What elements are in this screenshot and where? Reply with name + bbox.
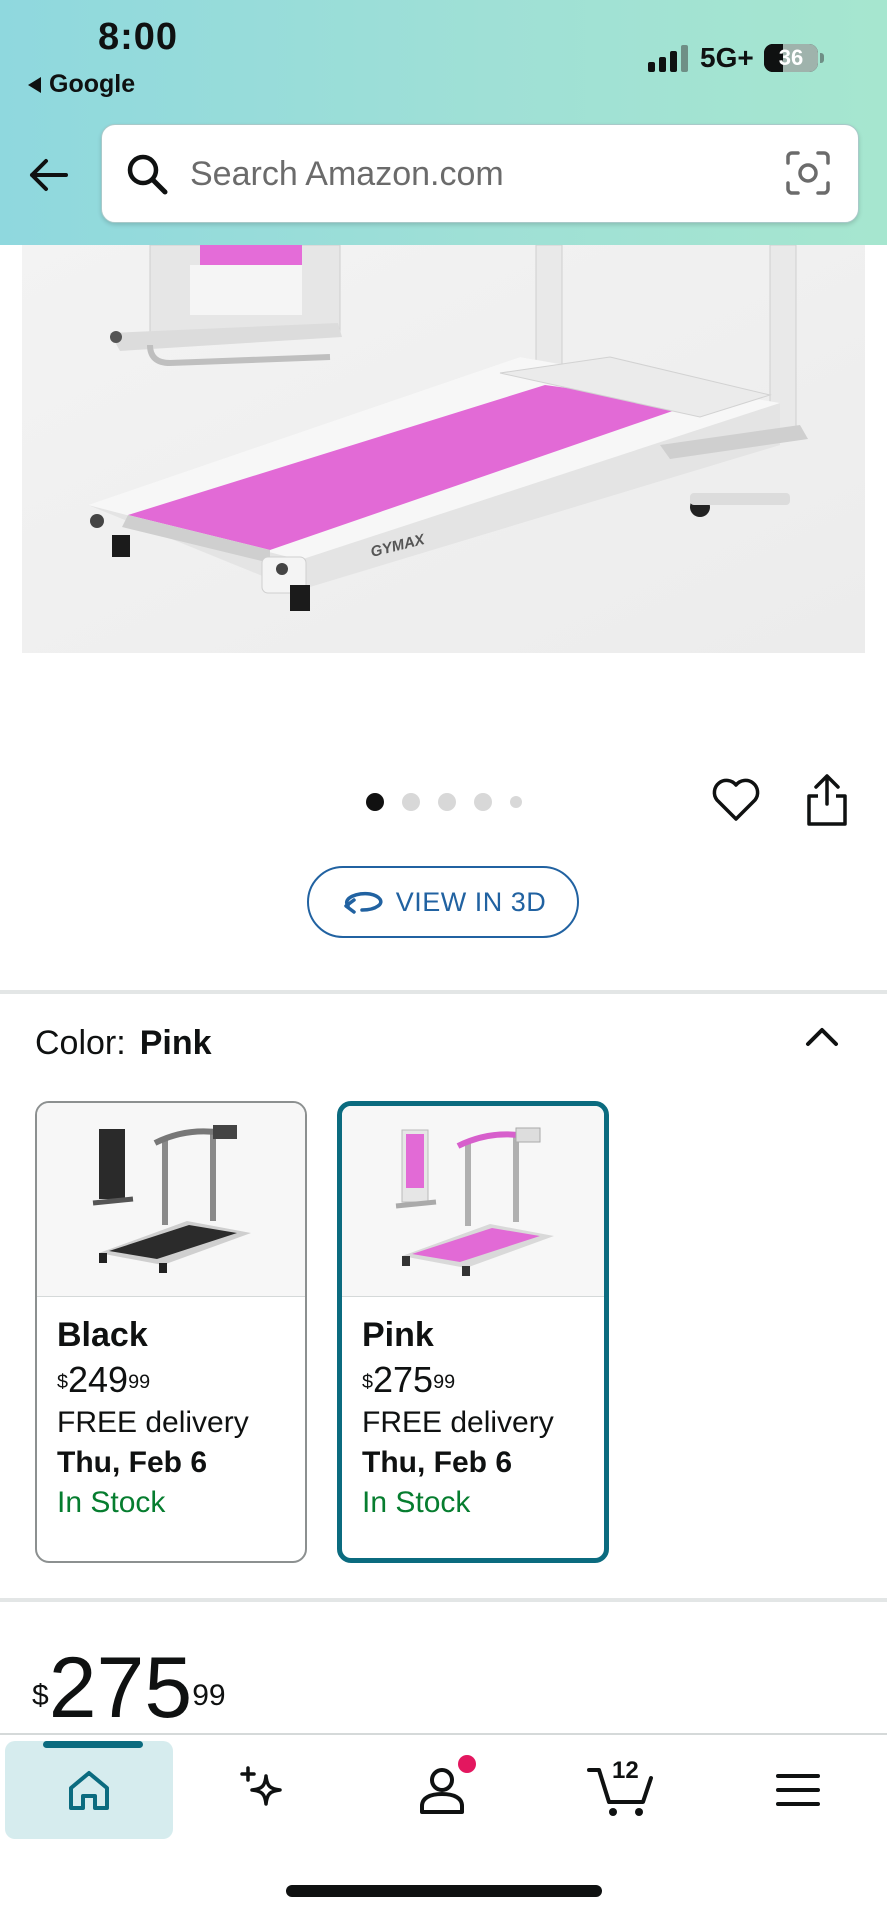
section-divider bbox=[0, 990, 887, 994]
color-label: Color: bbox=[35, 1024, 126, 1062]
nav-menu-tab[interactable] bbox=[714, 1741, 882, 1839]
carousel-dot[interactable] bbox=[365, 793, 384, 811]
notification-dot bbox=[458, 1755, 476, 1773]
carousel-dot[interactable] bbox=[401, 793, 420, 811]
chevron-up-icon[interactable] bbox=[800, 1018, 844, 1054]
share-icon[interactable] bbox=[802, 772, 852, 828]
view-in-3d-button[interactable]: VIEW IN 3D bbox=[307, 866, 579, 938]
back-arrow-icon[interactable] bbox=[26, 152, 72, 198]
account-icon bbox=[420, 1768, 464, 1814]
color-option-black[interactable]: Black $24999 FREE delivery Thu, Feb 6 In… bbox=[35, 1101, 307, 1563]
nav-ai-tab[interactable] bbox=[180, 1741, 348, 1839]
stock-status: In Stock bbox=[57, 1486, 166, 1519]
home-indicator bbox=[286, 1885, 602, 1897]
nav-home-tab[interactable] bbox=[5, 1741, 173, 1839]
network-type: 5G+ bbox=[700, 42, 754, 73]
signal-strength-icon bbox=[648, 44, 688, 72]
sparkle-icon bbox=[240, 1766, 282, 1806]
nav-account-tab[interactable] bbox=[358, 1741, 526, 1839]
carousel-dot[interactable] bbox=[437, 793, 456, 811]
carousel-dot[interactable] bbox=[509, 796, 522, 808]
price-cents: 99 bbox=[192, 1679, 226, 1712]
battery-tip bbox=[820, 53, 824, 63]
camera-search-icon[interactable] bbox=[784, 149, 832, 197]
heart-icon[interactable] bbox=[710, 774, 762, 826]
nav-cart-tab[interactable]: 12 bbox=[536, 1741, 704, 1839]
section-divider bbox=[0, 1598, 887, 1602]
rotate-3d-icon bbox=[343, 891, 383, 914]
price-whole: 275 bbox=[48, 1640, 193, 1736]
stock-status: In Stock bbox=[362, 1486, 471, 1519]
carousel-dot[interactable] bbox=[473, 793, 492, 811]
color-selector-header[interactable]: Color: Pink bbox=[35, 1024, 212, 1063]
black-treadmill-thumbnail bbox=[92, 1125, 251, 1273]
search-icon bbox=[127, 154, 168, 195]
color-option-name: Pink bbox=[362, 1316, 434, 1354]
menu-icon bbox=[776, 1774, 820, 1806]
back-to-app-link[interactable]: Google bbox=[28, 70, 135, 99]
color-option-pink[interactable]: Pink $27599 FREE delivery Thu, Feb 6 In … bbox=[337, 1101, 609, 1563]
color-option-image bbox=[37, 1103, 305, 1297]
delivery-date: Thu, Feb 6 bbox=[362, 1446, 512, 1479]
delivery-text: FREE delivery bbox=[362, 1406, 554, 1439]
search-bar[interactable] bbox=[101, 124, 859, 223]
home-icon bbox=[69, 1771, 109, 1810]
battery-icon: 36 bbox=[764, 44, 818, 72]
back-app-label: Google bbox=[49, 70, 136, 98]
product-image[interactable]: GYMAX bbox=[0, 245, 887, 745]
color-option-image bbox=[342, 1106, 604, 1297]
view-in-3d-label: VIEW IN 3D bbox=[395, 886, 547, 917]
cart-count: 12 bbox=[612, 1757, 639, 1784]
delivery-date: Thu, Feb 6 bbox=[57, 1446, 207, 1479]
back-triangle-icon bbox=[28, 76, 41, 93]
main-price: $27599 bbox=[32, 1640, 226, 1736]
color-option-price: $27599 bbox=[362, 1359, 456, 1400]
pink-treadmill-thumbnail bbox=[395, 1127, 554, 1276]
search-input[interactable] bbox=[188, 143, 752, 205]
app-header: 8:00 Google 5G+ 36 bbox=[0, 0, 887, 245]
delivery-text: FREE delivery bbox=[57, 1406, 249, 1439]
battery-level: 36 bbox=[778, 45, 804, 70]
color-option-name: Black bbox=[57, 1316, 148, 1354]
active-tab-indicator bbox=[43, 1741, 143, 1748]
selected-color: Pink bbox=[139, 1024, 212, 1062]
status-time: 8:00 bbox=[98, 16, 179, 58]
color-option-price: $24999 bbox=[57, 1359, 151, 1400]
